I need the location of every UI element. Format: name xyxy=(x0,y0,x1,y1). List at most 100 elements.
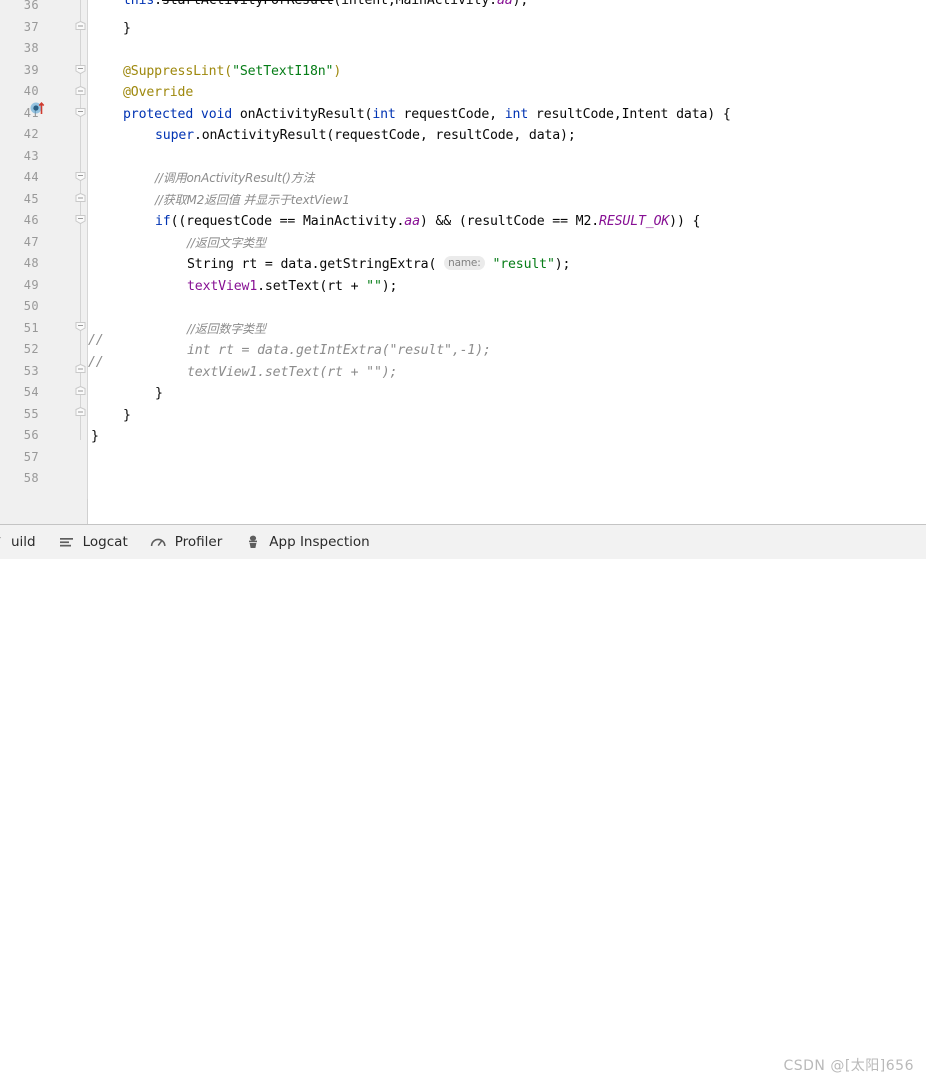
token-field-aa: aa xyxy=(404,214,420,229)
line-number: 51 xyxy=(23,320,39,335)
tool-tab-label: App Inspection xyxy=(269,534,370,550)
token-brace: } xyxy=(155,386,163,401)
commented-line-marker: // xyxy=(88,354,104,370)
tool-tab-logcat[interactable]: Logcat xyxy=(47,525,139,560)
line-number: 58 xyxy=(23,471,39,485)
tool-tab-label: uild xyxy=(11,534,36,550)
token-param-2: resultCode,Intent data) { xyxy=(528,106,731,122)
editor-gutter[interactable]: 36 37 38 39 40 41 42 43 44 45 46 47 48 4… xyxy=(0,0,88,524)
code-line-52: int rt = data.getIntExtra("result",-1); xyxy=(187,340,491,362)
code-line-41: protected void onActivityResult(int requ… xyxy=(123,104,731,126)
line-number: 43 xyxy=(23,148,39,163)
gutter-line-50: 50 xyxy=(0,297,88,319)
token-override-annotation: @Override xyxy=(123,85,194,100)
fold-marker-start[interactable] xyxy=(75,321,86,332)
line-number: 54 xyxy=(23,385,39,399)
fold-marker-end[interactable] xyxy=(75,385,86,397)
token-super: super xyxy=(155,128,194,143)
code-editor[interactable]: 36 37 38 39 40 41 42 43 44 45 46 47 48 4… xyxy=(0,0,926,524)
logcat-list-icon xyxy=(58,533,76,551)
code-text-layer[interactable]: // // this.startActivityForResult(intent… xyxy=(88,0,926,524)
token-modifier: protected xyxy=(123,106,194,122)
code-line-36: this.startActivityForResult(intent,MainA… xyxy=(123,0,528,12)
tool-window-bar[interactable]: uild Logcat Profiler App Inspection CSDN… xyxy=(0,524,926,1074)
tool-tab-label: Profiler xyxy=(174,534,223,550)
gutter-line-36: 36 xyxy=(0,0,88,18)
token-string: "SetTextI18n" xyxy=(232,63,334,79)
line-number: 40 xyxy=(23,84,39,98)
token-statement-end: ); xyxy=(554,257,571,272)
code-line-53: textView1.setText(rt + ""); xyxy=(187,362,397,384)
line-number: 55 xyxy=(23,406,39,421)
token-brace: } xyxy=(123,407,131,423)
token-comment: //返回文字类型 xyxy=(187,235,266,250)
token-annotation-close: ) xyxy=(333,63,342,79)
code-line-47: //返回文字类型 xyxy=(187,233,266,255)
token-brace: } xyxy=(123,20,131,36)
fold-marker-start[interactable] xyxy=(75,214,86,225)
token-if: if xyxy=(155,214,171,229)
token-const-result-ok: RESULT_OK xyxy=(599,214,670,229)
gutter-line-42: 42 xyxy=(0,125,88,147)
token-deprecated-call: startActivityForResult xyxy=(161,0,334,8)
token-end: ); xyxy=(512,0,529,8)
tool-tab-app-inspection[interactable]: App Inspection xyxy=(233,525,380,560)
code-line-56: } xyxy=(91,426,99,448)
gutter-line-58: 58 xyxy=(0,469,88,491)
code-line-48: String rt = data.getStringExtra( name: "… xyxy=(187,254,571,276)
line-number: 46 xyxy=(23,213,39,227)
token-comment: //获取M2返回值 并显示于textView1 xyxy=(155,192,350,207)
profiler-gauge-icon xyxy=(150,533,168,551)
code-line-54: } xyxy=(155,383,163,405)
code-line-55: } xyxy=(123,405,131,427)
line-number: 52 xyxy=(23,342,39,356)
token-string-result: "result" xyxy=(492,257,555,272)
line-number: 44 xyxy=(23,170,39,184)
fold-marker-end[interactable] xyxy=(75,21,86,32)
fold-marker-end[interactable] xyxy=(75,407,86,418)
ide-window: 36 37 38 39 40 41 42 43 44 45 46 47 48 4… xyxy=(0,0,926,1074)
fold-marker-end[interactable] xyxy=(75,192,86,204)
code-line-46: if((requestCode == MainActivity.aa) && (… xyxy=(155,211,700,233)
token-this: this xyxy=(123,0,155,8)
tool-tab-profiler[interactable]: Profiler xyxy=(139,525,234,560)
line-number: 36 xyxy=(23,0,39,12)
fold-marker-end[interactable] xyxy=(75,364,86,375)
token-super-call: .onActivityResult(requestCode, resultCod… xyxy=(193,128,576,143)
code-line-40: @Override xyxy=(123,82,193,104)
token-comment: //返回数字类型 xyxy=(187,321,266,336)
line-number: 49 xyxy=(23,277,39,292)
commented-line-marker: // xyxy=(88,333,104,348)
token-commented-code: int rt = data.getIntExtra("result",-1); xyxy=(187,343,491,358)
csdn-watermark: CSDN @[太阳]656 xyxy=(783,1058,914,1074)
gutter-line-38: 38 xyxy=(0,39,88,61)
token-field-textview1: textView1 xyxy=(187,278,258,294)
fold-marker-start[interactable] xyxy=(75,107,86,118)
tool-tab-build[interactable]: uild xyxy=(0,525,47,560)
line-number: 42 xyxy=(23,127,39,141)
token-settext: .setText(rt + xyxy=(257,278,367,294)
gutter-line-47: 47 xyxy=(0,233,88,255)
code-line-42: super.onActivityResult(requestCode, resu… xyxy=(155,125,576,147)
token-args: (intent,MainActivity. xyxy=(333,0,497,8)
gutter-line-56: 56 xyxy=(0,426,88,448)
line-number: 47 xyxy=(23,234,39,249)
token-empty-string: "" xyxy=(366,278,382,294)
token-int-2: int xyxy=(504,106,529,122)
fold-marker-end[interactable] xyxy=(75,85,86,97)
fold-marker-start[interactable] xyxy=(75,64,86,75)
line-number: 56 xyxy=(23,428,39,442)
line-number: 48 xyxy=(23,256,39,270)
gutter-line-57: 57 xyxy=(0,448,88,470)
override-method-icon[interactable] xyxy=(30,101,46,117)
fold-marker-start[interactable] xyxy=(75,171,86,182)
code-line-37: } xyxy=(123,18,131,40)
token-int-1: int xyxy=(372,106,396,122)
app-inspection-icon xyxy=(244,533,262,551)
inlay-hint-name: name: xyxy=(444,256,485,270)
build-icon xyxy=(0,533,4,551)
token-field-aa: aa xyxy=(496,0,513,8)
code-line-45: //获取M2返回值 并显示于textView1 xyxy=(155,190,350,212)
token-comment: //调用onActivityResult()方法 xyxy=(155,171,315,185)
line-number: 38 xyxy=(23,41,39,55)
